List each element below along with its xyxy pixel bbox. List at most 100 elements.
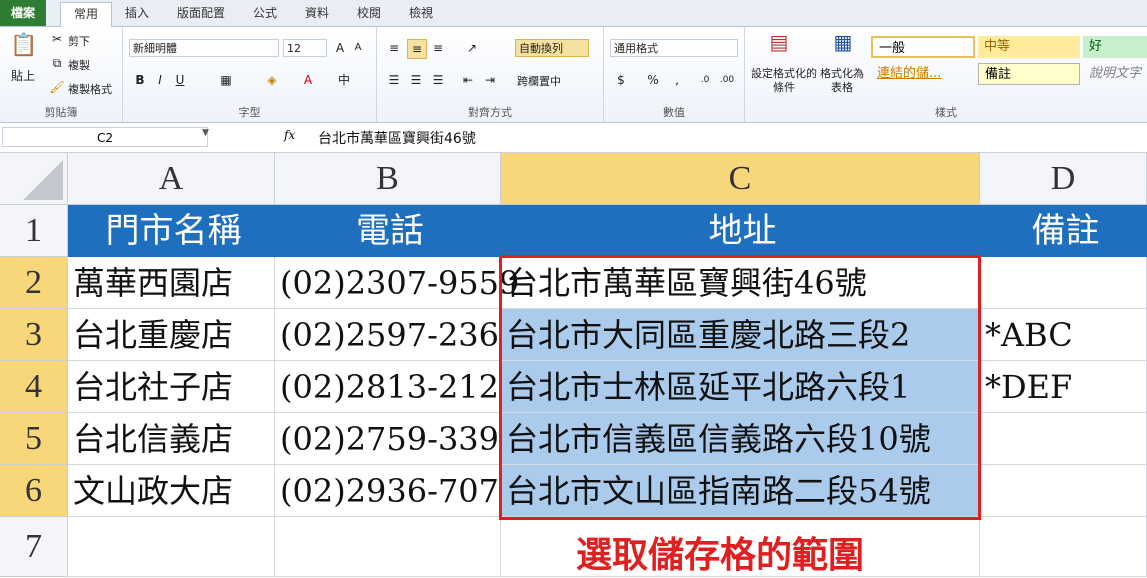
number-group-label: 數值 [663,106,685,119]
cell-b3[interactable]: (02)2597-2368 [275,309,519,361]
name-box[interactable]: C2 [2,127,208,147]
number-format-select[interactable]: 通用格式 [610,39,738,57]
row-header-2[interactable]: 2 [0,257,68,309]
comma-icon[interactable]: , [668,71,686,89]
border-icon[interactable]: ▦ [217,71,235,89]
style-good[interactable]: 好 [1083,36,1147,58]
align-left-icon[interactable]: ☰ [385,71,403,89]
cut-icon[interactable]: ✂ [48,30,66,48]
name-box-dropdown-icon[interactable]: ▼ [202,128,209,138]
row-header-6[interactable]: 6 [0,465,68,517]
alignment-group: ≡ ≡ ≡ ↗ 自動換列 ☰ ☰ ☰ ⇤ ⇥ 跨欄置中 對齊方式 [377,27,604,122]
tab-home[interactable]: 常用 [60,2,112,27]
column-header-b[interactable]: B [275,153,501,205]
cell-b1[interactable]: 電話 [275,205,501,257]
cell-a5[interactable]: 台北信義店 [68,413,275,465]
tab-view[interactable]: 檢視 [400,2,442,24]
cell-d4[interactable]: *DEF [980,361,1147,413]
cell-c1[interactable]: 地址 [501,205,980,257]
cell-d5[interactable] [980,413,1147,465]
font-grow-icon[interactable]: A [331,39,349,57]
paste-button[interactable]: 貼上 [11,67,35,84]
font-size-select[interactable]: 12 [283,39,327,57]
cell-d6[interactable] [980,465,1147,517]
row-header-1[interactable]: 1 [0,205,68,257]
format-as-table-icon[interactable]: ▦ [829,32,857,57]
insert-function-icon[interactable]: fx [284,128,295,142]
decrease-indent-icon[interactable]: ⇤ [459,71,477,89]
align-middle-icon[interactable]: ≡ [407,39,427,59]
cell-c3[interactable]: 台北市大同區重慶北路三段2 [501,309,980,361]
row-header-4[interactable]: 4 [0,361,68,413]
tab-insert[interactable]: 插入 [116,2,158,24]
tab-formulas[interactable]: 公式 [244,2,286,24]
cut-button[interactable]: 剪下 [68,33,90,49]
style-note[interactable]: 備註 [978,63,1080,85]
wrap-text-button[interactable]: 自動換列 [515,39,589,57]
paste-icon[interactable]: 📋 [10,31,37,61]
formula-input[interactable]: 台北市萬華區寶興街46號 [318,128,476,148]
cell-c6[interactable]: 台北市文山區指南路二段54號 [501,465,980,517]
cell-d2[interactable] [980,257,1147,309]
style-normal[interactable]: 一般 [871,36,975,58]
column-header-a[interactable]: A [68,153,275,205]
cell-c4[interactable]: 台北市士林區延平北路六段1 [501,361,980,413]
cell-a4[interactable]: 台北社子店 [68,361,275,413]
style-neutral[interactable]: 中等 [978,36,1080,58]
tab-page-layout[interactable]: 版面配置 [168,2,234,24]
cell-b4[interactable]: (02)2813-2128 [275,361,519,413]
ribbon-tab-bar: 檔案 常用 插入 版面配置 公式 資料 校閱 檢視 [0,0,1147,27]
format-painter-button[interactable]: 複製格式 [68,81,112,97]
cell-a1[interactable]: 門市名稱 [68,205,275,257]
column-header-d[interactable]: D [980,153,1147,205]
format-painter-icon[interactable]: 🖌 [48,78,66,96]
align-right-icon[interactable]: ☰ [429,71,447,89]
row-header-7[interactable]: 7 [0,517,68,577]
cell-c2[interactable]: 台北市萬華區寶興街46號 [501,257,980,309]
style-hyperlink[interactable]: 連結的儲... [871,63,975,85]
row-header-3[interactable]: 3 [0,309,68,361]
merge-center-button[interactable]: 跨欄置中 [517,73,561,89]
italic-icon[interactable]: I [151,71,169,89]
align-center-icon[interactable]: ☰ [407,71,425,89]
font-color-icon[interactable]: A [299,71,317,89]
style-explanatory[interactable]: 說明文字 [1083,63,1147,85]
copy-button[interactable]: 複製 [68,57,90,73]
cell-b2[interactable]: (02)2307-9559 [275,257,519,309]
cell-a6[interactable]: 文山政大店 [68,465,275,517]
cell-c5[interactable]: 台北市信義區信義路六段10號 [501,413,980,465]
cell-d7[interactable] [980,517,1147,577]
bold-icon[interactable]: B [131,71,149,89]
format-as-table-button[interactable]: 格式化為表格 [817,67,867,95]
cell-a2[interactable]: 萬華西園店 [68,257,275,309]
font-name-select[interactable]: 新細明體 [129,39,279,57]
orientation-icon[interactable]: ↗ [463,39,481,57]
font-shrink-icon[interactable]: A [349,39,367,57]
cell-d3[interactable]: *ABC [980,309,1147,361]
conditional-format-icon[interactable]: ▤ [765,32,793,57]
cell-b6[interactable]: (02)2936-7078 [275,465,519,517]
align-bottom-icon[interactable]: ≡ [429,39,447,57]
column-header-c[interactable]: C [501,153,980,205]
tab-data[interactable]: 資料 [296,2,338,24]
cell-d1[interactable]: 備註 [980,205,1147,257]
currency-icon[interactable]: $ [612,71,630,89]
cell-a7[interactable] [68,517,275,577]
fill-color-icon[interactable]: ◈ [263,71,281,89]
copy-icon[interactable]: ⧉ [48,54,66,72]
tab-review[interactable]: 校閱 [348,2,390,24]
percent-icon[interactable]: % [644,71,662,89]
align-top-icon[interactable]: ≡ [385,39,403,57]
increase-decimal-icon[interactable]: .0 [696,71,714,89]
tab-file[interactable]: 檔案 [0,0,46,26]
select-all-corner[interactable] [0,153,68,205]
cell-a3[interactable]: 台北重慶店 [68,309,275,361]
phonetic-icon[interactable]: 中 [335,71,353,89]
cell-b7[interactable] [275,517,501,577]
cell-b5[interactable]: (02)2759-3399 [275,413,519,465]
underline-icon[interactable]: U [171,71,189,89]
increase-indent-icon[interactable]: ⇥ [481,71,499,89]
row-header-5[interactable]: 5 [0,413,68,465]
conditional-format-button[interactable]: 設定格式化的條件 [751,67,817,95]
decrease-decimal-icon[interactable]: .00 [718,71,736,89]
